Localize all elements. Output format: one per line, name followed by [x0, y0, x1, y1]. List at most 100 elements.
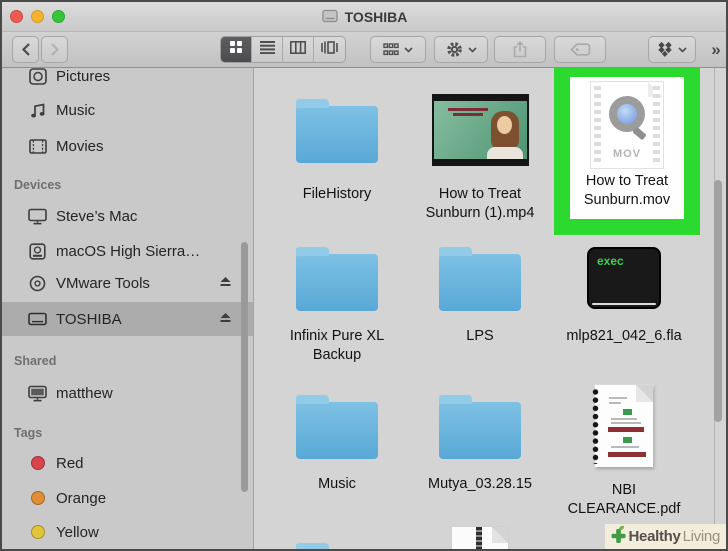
window-title: TOSHIBA — [344, 9, 408, 25]
file-grid: FileHistory How to Treat Sunburn (1).mp4 — [255, 68, 726, 549]
sidebar-item-movies[interactable]: Movies — [2, 132, 253, 160]
display-icon — [28, 208, 47, 225]
gear-icon — [446, 41, 463, 58]
file-item-filehistory[interactable]: FileHistory — [264, 84, 410, 204]
chevron-right-icon — [50, 42, 60, 57]
sidebar-item-tag-orange[interactable]: Orange — [2, 484, 253, 512]
file-name: Music — [318, 476, 356, 492]
sidebar-item-label: VMware Tools — [56, 274, 150, 292]
toolbar-overflow-button[interactable]: » — [704, 36, 726, 63]
file-item-partial-folder[interactable] — [264, 534, 410, 549]
sidebar-section-tags: Tags — [14, 426, 43, 440]
arrange-button[interactable] — [370, 36, 426, 63]
sidebar-scrollbar[interactable] — [241, 242, 248, 492]
window-body: Pictures Music Movies Devices Steve’s Ma… — [2, 68, 726, 549]
content-scrollbar[interactable] — [714, 180, 722, 422]
coverflow-view-button[interactable] — [314, 37, 345, 62]
exec-badge: exec — [597, 254, 624, 268]
view-switcher — [220, 36, 346, 63]
sidebar-item-label: Music — [56, 101, 96, 119]
sidebar-item-label: Yellow — [56, 523, 99, 541]
orange-tag-icon — [28, 491, 47, 505]
disc-icon — [28, 275, 47, 292]
action-button[interactable] — [434, 36, 488, 63]
list-view-icon — [259, 40, 275, 59]
forward-button[interactable] — [41, 36, 68, 63]
sidebar-item-macos-high-sierra[interactable]: macOS High Sierra… — [2, 237, 253, 265]
sidebar-item-label: TOSHIBA — [56, 310, 122, 328]
title-bar: TOSHIBA — [2, 2, 726, 32]
watermark-brand-light: Living — [682, 528, 721, 545]
sidebar: Pictures Music Movies Devices Steve’s Ma… — [2, 68, 254, 549]
chevron-left-icon — [21, 42, 31, 57]
arrange-icon — [383, 43, 399, 56]
list-view-button[interactable] — [252, 37, 283, 62]
file-name: NBI CLEARANCE.pdf — [567, 482, 681, 518]
eject-icon[interactable] — [219, 275, 232, 292]
file-item-sunburn-mov[interactable]: MOV How to Treat Sunburn.mov — [570, 77, 684, 219]
file-name: Infinix Pure XL Backup — [289, 328, 385, 364]
file-item-lps[interactable]: LPS — [407, 238, 553, 346]
sidebar-item-steves-mac[interactable]: Steve’s Mac — [2, 202, 253, 230]
folder-icon — [296, 246, 378, 311]
sidebar-item-label: Orange — [56, 489, 107, 507]
share-icon — [512, 41, 528, 58]
back-button[interactable] — [12, 36, 39, 63]
sidebar-item-vmware-tools[interactable]: VMware Tools — [2, 269, 253, 297]
mov-badge: MOV — [612, 148, 642, 160]
file-item-nbi-pdf[interactable]: NBI CLEARANCE.pdf — [551, 380, 697, 519]
watermark-brand-bold: Healthy — [628, 528, 681, 545]
column-view-button[interactable] — [283, 37, 314, 62]
window-title-area: TOSHIBA — [2, 2, 726, 32]
file-item-infinix-backup[interactable]: Infinix Pure XL Backup — [264, 238, 410, 365]
share-button[interactable] — [494, 36, 546, 63]
red-tag-icon — [28, 456, 47, 470]
sidebar-item-pictures[interactable]: Pictures — [2, 68, 253, 90]
file-name: mlp821_042_6.fla — [566, 328, 682, 344]
chevron-down-icon — [467, 46, 477, 53]
healthy-living-logo-icon — [610, 525, 627, 549]
file-item-mutya[interactable]: Mutya_03.28.15 — [407, 386, 553, 494]
sidebar-item-tag-yellow[interactable]: Yellow — [2, 518, 253, 546]
internal-drive-icon — [28, 242, 47, 260]
sidebar-item-music[interactable]: Music — [2, 96, 253, 124]
executable-icon: exec — [587, 247, 661, 309]
folder-icon — [439, 394, 521, 459]
sidebar-item-label: matthew — [56, 384, 113, 402]
sidebar-item-label: Steve’s Mac — [56, 207, 138, 225]
file-name: How to Treat Sunburn (1).mp4 — [425, 186, 535, 222]
toolbar: » — [2, 32, 726, 68]
shared-display-icon — [28, 385, 47, 402]
external-drive-icon — [28, 311, 47, 327]
file-name: LPS — [466, 328, 494, 344]
healthy-living-watermark: Healthy Living — [604, 524, 726, 549]
column-view-icon — [290, 40, 306, 59]
sidebar-item-matthew[interactable]: matthew — [2, 379, 253, 407]
eject-icon[interactable] — [219, 311, 232, 328]
tag-button[interactable] — [554, 36, 606, 63]
icon-view-button[interactable] — [221, 37, 252, 62]
zip-archive-icon — [452, 527, 508, 549]
external-drive-icon — [321, 8, 339, 27]
folder-icon — [296, 98, 378, 163]
sidebar-item-toshiba[interactable]: TOSHIBA — [2, 302, 253, 336]
file-item-music[interactable]: Music — [264, 386, 410, 494]
sidebar-section-devices: Devices — [14, 178, 62, 192]
chevron-down-icon — [678, 46, 687, 53]
highlight-box: MOV How to Treat Sunburn.mov — [554, 68, 700, 235]
quicktime-mov-icon: MOV — [591, 82, 663, 168]
tag-icon — [569, 43, 591, 56]
dropbox-button[interactable] — [648, 36, 696, 63]
sidebar-section-shared: Shared — [14, 354, 57, 368]
sidebar-item-tag-red[interactable]: Red — [2, 449, 253, 477]
coverflow-view-icon — [321, 40, 338, 59]
pdf-document-icon — [591, 385, 653, 467]
sidebar-item-label: Pictures — [56, 68, 111, 85]
file-name: Mutya_03.28.15 — [428, 476, 532, 492]
music-note-icon — [28, 102, 47, 119]
file-item-partial-zip[interactable] — [407, 527, 553, 549]
folder-icon — [296, 394, 378, 459]
file-item-mlp-fla[interactable]: exec mlp821_042_6.fla — [551, 238, 697, 346]
file-item-sunburn-mp4[interactable]: How to Treat Sunburn (1).mp4 — [407, 84, 553, 223]
chevron-down-icon — [404, 46, 413, 53]
